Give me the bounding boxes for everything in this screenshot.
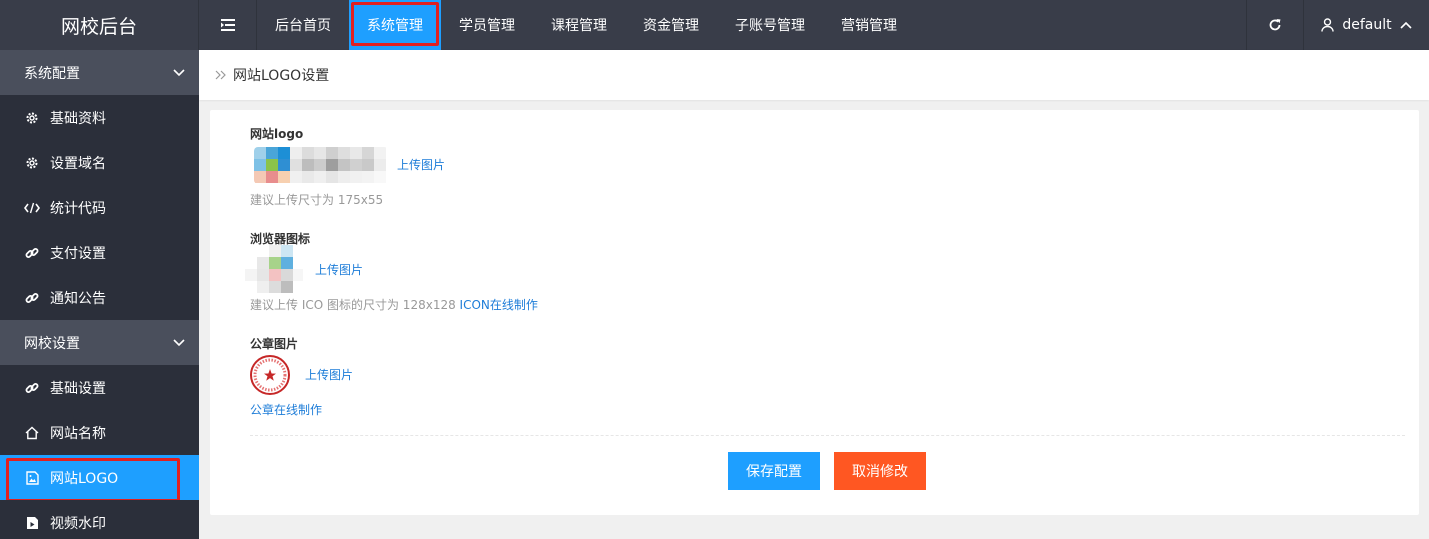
gear-icon [24,155,40,171]
sidebar-item-label: 基础资料 [50,110,106,127]
sidebar-item-notice[interactable]: 通知公告 [0,275,199,320]
menu-toggle-button[interactable] [199,0,257,50]
page-title: 网站LOGO设置 [233,68,330,84]
cancel-button[interactable]: 取消修改 [834,452,926,490]
user-icon [1321,18,1335,32]
sidebar-group-school-settings[interactable]: 网校设置 [0,320,199,365]
top-bar: 网校后台 后台首页 系统管理 学员管理 课程管理 资金管理 子账号管理 营销管理 [0,0,1429,50]
chevron-up-icon [1400,21,1412,29]
sidebar-item-site-name[interactable]: 网站名称 [0,410,199,455]
chevron-down-icon [173,68,185,76]
logo-upload-button[interactable]: 上传图片 [397,156,445,173]
sidebar-item-label: 基础设置 [50,380,106,397]
sidebar-item-label: 设置域名 [50,155,106,172]
nav-funds[interactable]: 资金管理 [625,0,717,50]
favicon-hint-text: 建议上传 ICO 图标的尺寸为 128x128 [250,298,456,312]
top-nav: 后台首页 系统管理 学员管理 课程管理 资金管理 子账号管理 营销管理 [257,0,915,50]
nav-subaccounts[interactable]: 子账号管理 [717,0,823,50]
sidebar-item-basic-info[interactable]: 基础资料 [0,95,199,140]
nav-home[interactable]: 后台首页 [257,0,349,50]
sidebar: 系统配置 基础资料 设置域名 统计代码 支付设置 通知公告 网校设置 基础设置 … [0,50,199,539]
seal-upload-button[interactable]: 上传图片 [305,366,353,383]
sidebar-item-stats-code[interactable]: 统计代码 [0,185,199,230]
double-chevron-right-icon [215,70,226,80]
nav-marketing[interactable]: 营销管理 [823,0,915,50]
user-name: default [1342,17,1392,33]
refresh-button[interactable] [1246,0,1303,50]
chevron-down-icon [173,338,185,346]
link-icon [24,290,40,306]
breadcrumb: 网站LOGO设置 [199,50,1429,100]
video-file-icon [24,515,40,531]
logo-label: 网站logo [250,127,304,141]
favicon-upload-button[interactable]: 上传图片 [315,261,363,278]
icon-online-maker-link[interactable]: ICON在线制作 [460,298,538,312]
nav-courses[interactable]: 课程管理 [533,0,625,50]
nav-students[interactable]: 学员管理 [441,0,533,50]
sidebar-item-domain[interactable]: 设置域名 [0,140,199,185]
sidebar-item-label: 支付设置 [50,245,106,262]
logo-settings-form: 网站logo 上传图片 建议上传尺寸为 175x55 浏览器图标 上传图片 建议… [210,110,1419,515]
sidebar-item-label: 统计代码 [50,200,106,217]
favicon-preview-image [245,245,303,293]
sidebar-item-label: 网站名称 [50,425,106,442]
sidebar-item-label: 通知公告 [50,290,106,307]
sidebar-item-basic-settings[interactable]: 基础设置 [0,365,199,410]
image-icon [24,470,40,486]
form-divider [250,435,1405,436]
brand-title[interactable]: 网校后台 [0,0,199,50]
sidebar-item-label: 网站LOGO [50,470,119,487]
sidebar-group-system-config[interactable]: 系统配置 [0,50,199,95]
save-button[interactable]: 保存配置 [728,452,820,490]
logo-size-hint: 建议上传尺寸为 175x55 [250,193,384,207]
top-right-tools: default [1246,0,1429,50]
link-icon [24,380,40,396]
sidebar-group-label: 系统配置 [24,65,80,82]
sidebar-item-site-logo[interactable]: 网站LOGO [0,455,199,502]
link-icon [24,245,40,261]
user-menu[interactable]: default [1303,0,1429,50]
code-icon [24,200,40,216]
seal-online-maker-link[interactable]: 公章在线制作 [250,401,322,418]
menu-fold-icon [220,19,235,31]
favicon-size-hint: 建议上传 ICO 图标的尺寸为 128x128 ICON在线制作 [250,296,538,313]
sidebar-item-label: 视频水印 [50,515,106,532]
home-icon [24,425,40,441]
sidebar-group-label: 网校设置 [24,335,80,352]
logo-preview-image [254,147,388,184]
nav-system[interactable]: 系统管理 [349,0,441,50]
refresh-icon [1269,19,1281,31]
seal-label: 公章图片 [250,337,299,351]
seal-preview-image [250,355,290,395]
sidebar-item-video-watermark[interactable]: 视频水印 [0,500,199,539]
gear-icon [24,110,40,126]
sidebar-item-payment[interactable]: 支付设置 [0,230,199,275]
